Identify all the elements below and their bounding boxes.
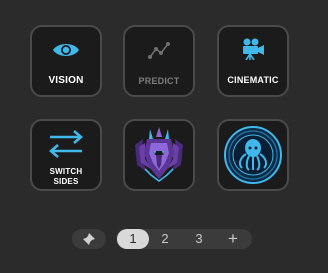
pin-icon (83, 233, 95, 245)
kraken-emblem-icon (224, 126, 282, 184)
predict-button[interactable]: PREDICT (123, 25, 195, 97)
switch-sides-label-line1: SWITCH (49, 167, 83, 176)
page-tab-3[interactable]: 3 (188, 229, 210, 249)
switch-sides-label-line2: SIDES (53, 177, 79, 186)
vision-label: VISION (48, 75, 84, 86)
movie-camera-icon (243, 38, 264, 60)
pin-button[interactable] (72, 229, 106, 249)
predict-label: PREDICT (138, 76, 180, 86)
cinematic-label: CINEMATIC (227, 75, 279, 85)
kraken-emblem-button[interactable] (217, 119, 289, 191)
add-page-button[interactable]: + (222, 229, 244, 249)
trend-line-icon (148, 42, 170, 59)
page-tab-1[interactable]: 1 (117, 229, 149, 249)
page-tab-2[interactable]: 2 (154, 229, 176, 249)
knight-emblem-icon (135, 127, 183, 182)
swap-arrows-icon (49, 130, 83, 158)
page-tabs: 1 2 3 + (116, 229, 252, 249)
knight-emblem-button[interactable] (123, 119, 195, 191)
cinematic-button[interactable]: CINEMATIC (217, 25, 289, 97)
switch-sides-button[interactable]: SWITCH SIDES (30, 119, 102, 191)
vision-button[interactable]: VISION (30, 25, 102, 97)
eye-icon (53, 44, 79, 56)
